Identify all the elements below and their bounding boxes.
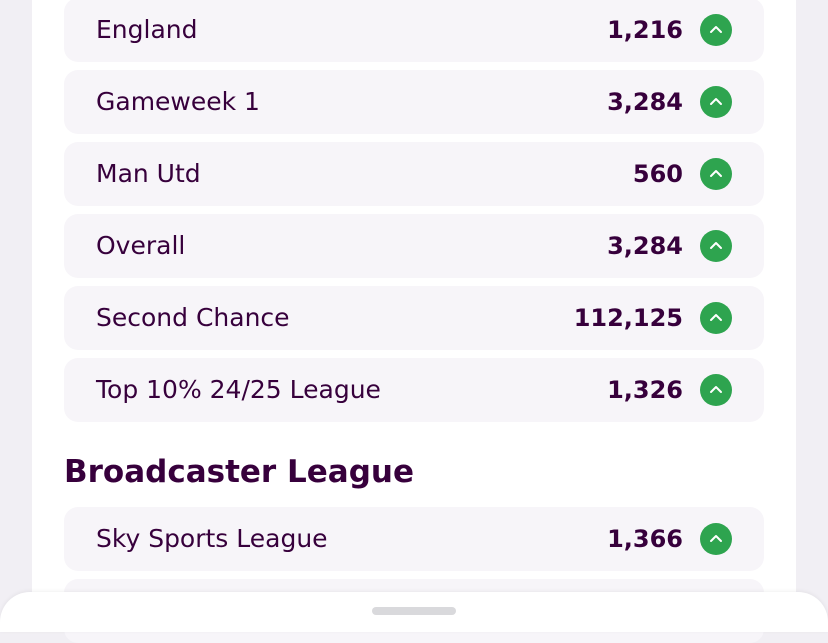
chevron-up-icon [700,158,732,190]
chevron-up-icon [700,374,732,406]
league-row-top-10-percent[interactable]: Top 10% 24/25 League 1,326 [64,358,764,422]
chevron-up-icon [700,14,732,46]
league-rank: 112,125 [573,304,683,332]
league-row-sky-sports[interactable]: Sky Sports League 1,366 [64,507,764,571]
league-row-man-utd[interactable]: Man Utd 560 [64,142,764,206]
league-name: England [96,15,198,44]
league-rank: 3,284 [607,232,683,260]
league-name: Overall [96,231,186,260]
league-name: Sky Sports League [96,524,328,553]
chevron-up-icon [700,302,732,334]
league-name: Man Utd [96,159,201,188]
league-row-overall[interactable]: Overall 3,284 [64,214,764,278]
league-rank: 1,326 [607,376,683,404]
league-name: Top 10% 24/25 League [96,375,381,404]
home-indicator[interactable] [372,607,456,615]
league-row-second-chance[interactable]: Second Chance 112,125 [64,286,764,350]
league-rank: 560 [632,160,683,188]
section-title-broadcaster-league: Broadcaster League [64,454,414,490]
league-row-england[interactable]: England 1,216 [64,0,764,62]
league-name: Gameweek 1 [96,87,260,116]
league-rank: 3,284 [607,88,683,116]
league-rank: 1,366 [607,525,683,553]
chevron-up-icon [700,230,732,262]
league-row-gameweek-1[interactable]: Gameweek 1 3,284 [64,70,764,134]
league-rank: 1,216 [607,16,683,44]
chevron-up-icon [700,86,732,118]
league-name: Second Chance [96,303,290,332]
chevron-up-icon [700,523,732,555]
